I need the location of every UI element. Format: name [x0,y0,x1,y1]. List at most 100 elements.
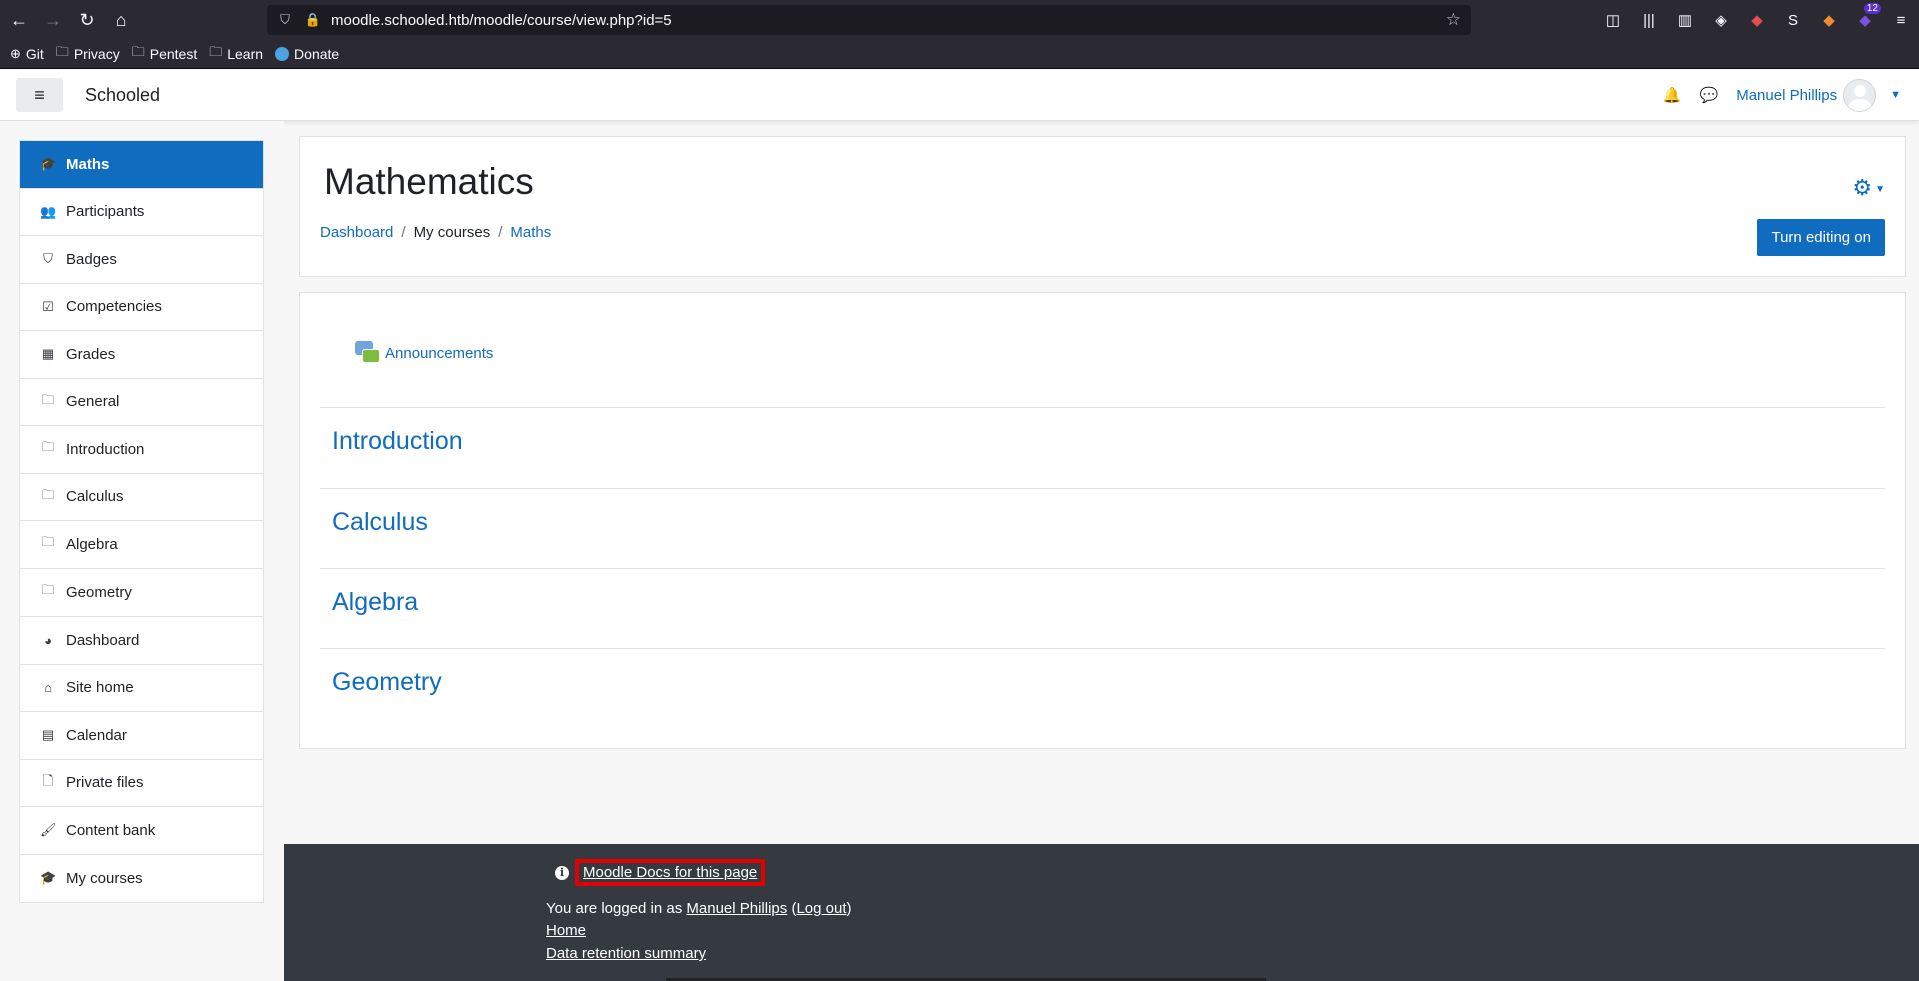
announcements-activity: Announcements [355,341,493,365]
sidebar-item-general[interactable]: 🗀 General [20,379,263,426]
turn-editing-on-button[interactable]: Turn editing on [1757,219,1885,256]
avatar[interactable] [1843,78,1877,112]
url-text[interactable]: moodle.schooled.htb/moodle/course/view.p… [331,12,672,29]
login-info: You are logged in as Manuel Phillips (Lo… [546,900,852,917]
sidebar-item-label: Dashboard [66,631,140,649]
back-icon[interactable]: ← [4,5,34,35]
section-divider [320,568,1885,569]
folder-icon: 🗀 [41,534,55,550]
home-icon: ⌂ [44,680,52,696]
messages-icon[interactable]: 💬 [1700,86,1719,104]
pocket-icon[interactable]: ◫ [1595,11,1631,29]
checkbox-icon: ☑ [42,298,54,314]
footer-retention-row: Data retention summary [546,945,706,962]
sidebar-item-badges[interactable]: ⛉ Badges [20,236,263,284]
sidebar-item-content-bank[interactable]: 🖌 Content bank [20,807,263,855]
sidebar-item-calendar[interactable]: ▤ Calendar [20,712,263,760]
bookmark-donate[interactable]: Donate [275,46,339,62]
section-algebra[interactable]: Algebra [332,588,418,617]
footer-home-link[interactable]: Home [546,922,586,939]
browser-extensions: ◫ ||| ▥ ◈ ◆ S ◆ ◆ 12 ≡ [1595,0,1919,40]
moodle-docs-link[interactable]: Moodle Docs for this page [575,859,766,886]
chevron-down-icon[interactable]: ▼ [1890,89,1901,101]
sidebar-item-algebra[interactable]: 🗀 Algebra [20,521,263,569]
site-nav: ◕ Dashboard ⌂ Site home ▤ Calendar 🗋 Private… [19,616,264,903]
sidebar-item-label: Calendar [66,726,127,744]
bookmark-privacy[interactable]: 🗀 Privacy [56,43,120,65]
file-icon: 🗋 [42,772,54,788]
ublock-icon[interactable]: ◆ [1739,11,1775,29]
folder-icon: 🗀 [41,486,55,502]
bell-icon[interactable]: 🔔 [1663,86,1682,104]
extension-badge-icon[interactable]: ◆ 12 [1847,3,1883,29]
graduation-cap-icon: 🎓 [40,156,57,172]
footer-user-link[interactable]: Manuel Phillips [686,900,787,917]
breadcrumb-my-courses: My courses [413,224,491,241]
page-title: Mathematics [324,161,534,202]
bookmark-label: Learn [227,46,264,62]
bookmark-git[interactable]: ⊕ Git [10,46,44,62]
sidebar-item-competencies[interactable]: ☑ Competencies [20,284,263,331]
data-retention-link[interactable]: Data retention summary [546,945,706,962]
url-bar[interactable]: ⛉ 🔒 moodle.schooled.htb/moodle/course/vi… [267,5,1471,35]
bookmarks-bar: ⊕ Git 🗀 Privacy 🗀 Pentest 🗀 Learn Donate [0,40,1919,69]
logged-in-prefix: You are logged in as [546,900,687,917]
sidebar-item-private-files[interactable]: 🗋 Private files [20,760,263,807]
logout-link[interactable]: Log out [796,900,846,917]
shield-icon[interactable]: ⛉ [275,12,295,28]
sidebar-item-introduction[interactable]: 🗀 Introduction [20,426,263,474]
extension-s-icon[interactable]: S [1775,12,1811,29]
folder-icon: 🗀 [131,44,145,59]
sidebar-item-geometry[interactable]: 🗀 Geometry [20,569,263,617]
sidebar-item-label: Badges [66,250,117,268]
logout-close: ) [846,900,852,917]
bookmark-label: Privacy [73,46,120,62]
site-name[interactable]: Schooled [85,85,160,106]
sidebar-item-site-home[interactable]: ⌂ Site home [20,665,263,712]
globe-icon: ⊕ [10,46,21,61]
section-calculus[interactable]: Calculus [332,508,428,537]
menu-icon[interactable]: ≡ [1883,12,1919,29]
sidebar-item-participants[interactable]: 👥 Participants [20,189,263,236]
site-header: ≡ Schooled 🔔 💬 Manuel Phillips ▼ [0,70,1919,121]
sidebar-item-label: Site home [66,679,134,697]
bookmark-label: Git [25,46,44,62]
sidebar-item-label: Maths [66,155,110,173]
hamburger-icon: ≡ [34,84,45,105]
section-divider [320,648,1885,649]
lock-icon[interactable]: 🔒 [303,12,323,28]
sidebar-item-maths[interactable]: 🎓 Maths [20,141,263,189]
breadcrumb-dashboard[interactable]: Dashboard [320,224,393,241]
course-settings-menu[interactable]: ⚙ ▼ [1852,175,1885,201]
breadcrumb-separator: / [498,224,503,241]
library-icon[interactable]: ||| [1631,12,1667,29]
forward-icon[interactable]: → [38,5,68,35]
section-divider [320,488,1885,489]
sidebar-item-calculus[interactable]: 🗀 Calculus [20,474,263,521]
sidebar-item-label: Geometry [66,583,132,601]
sidebar-item-my-courses[interactable]: 🎓 My courses [20,855,263,903]
browser-toolbar: ← → ↻ ⌂ ⛉ 🔒 moodle.schooled.htb/moodle/c… [0,0,1919,40]
breadcrumb-maths[interactable]: Maths [510,224,551,241]
table-icon: ▦ [41,346,55,362]
section-introduction[interactable]: Introduction [332,427,463,456]
bookmark-learn[interactable]: 🗀 Learn [209,43,263,65]
announcements-link[interactable]: Announcements [385,345,493,362]
gear-icon: ⚙ [1852,175,1873,200]
chevron-down-icon: ▼ [1875,183,1885,195]
user-menu-name[interactable]: Manuel Phillips [1736,87,1837,104]
bookmark-pentest[interactable]: 🗀 Pentest [132,43,198,65]
foxyproxy-icon[interactable]: ◆ [1811,11,1847,29]
nav-drawer: 🎓 Maths 👥 Participants ⛉ Badges ☑ Competenci… [0,121,284,981]
home-icon[interactable]: ⌂ [106,5,136,35]
section-geometry[interactable]: Geometry [332,668,442,697]
info-icon: i [555,865,569,880]
bookmark-star-icon[interactable]: ☆ [1446,10,1461,30]
sidebar-item-grades[interactable]: ▦ Grades [20,331,263,379]
drawer-toggle-button[interactable]: ≡ [16,78,63,112]
sidebar-icon[interactable]: ▥ [1667,11,1703,29]
extension-icon[interactable]: ◈ [1703,11,1739,29]
reload-icon[interactable]: ↻ [72,5,102,35]
sidebar-item-dashboard[interactable]: ◕ Dashboard [20,617,263,665]
calendar-icon: ▤ [41,727,55,743]
